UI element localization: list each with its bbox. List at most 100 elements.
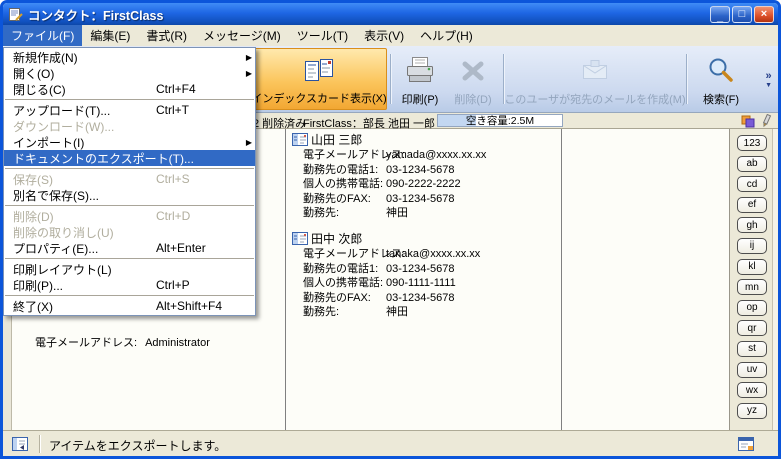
pane-splitter[interactable] xyxy=(285,129,286,430)
toolbar-button-label: 削除(D) xyxy=(454,91,491,107)
file-menu-item-label: ドキュメントのエクスポート(T)... xyxy=(13,150,194,167)
contact-field-row: 勤務先:神田 xyxy=(292,206,558,221)
contact-field-value: yamada@xxxx.xx.xx xyxy=(386,148,486,163)
contact-field-row: 電子メールアドレス:yamada@xxxx.xx.xx xyxy=(292,148,558,163)
index-tab-button[interactable]: op xyxy=(737,300,767,316)
index-tab-button[interactable]: ef xyxy=(737,197,767,213)
file-menu-item-label: 終了(X) xyxy=(13,298,53,315)
menu-bar-item[interactable]: 書式(R) xyxy=(138,25,195,46)
file-menu-item[interactable]: 印刷(P)...Ctrl+P xyxy=(4,277,255,293)
window-controls: _ □ × xyxy=(710,6,774,23)
index-tab-button[interactable]: uv xyxy=(737,362,767,378)
file-menu-item[interactable]: 削除(D)Ctrl+D xyxy=(4,208,255,224)
toolbar-button-label: このユーザが宛先のメールを作成(M) xyxy=(504,91,685,107)
menu-bar-item[interactable]: ヘルプ(H) xyxy=(412,25,481,46)
file-menu-item-label: ダウンロード(W)... xyxy=(13,118,114,135)
contacts-window-icon xyxy=(7,7,23,22)
file-menu-item[interactable]: 削除の取り消し(U) xyxy=(4,224,255,240)
index-tab-button[interactable]: 123 xyxy=(737,135,767,151)
close-button[interactable]: × xyxy=(754,6,774,23)
file-menu-item-label: 開く(O) xyxy=(13,65,54,82)
contact-name: 山田 三郎 xyxy=(311,131,362,148)
contact-name: 田中 次郎 xyxy=(311,230,362,247)
index-card-view-button[interactable]: インデックスカード表示(X) xyxy=(251,48,387,110)
contact-card-icon xyxy=(292,133,308,146)
contact-field-label: 勤務先の電話1: xyxy=(303,262,386,277)
index-card-view-icon xyxy=(303,52,335,90)
submenu-arrow-icon: ▶ xyxy=(240,69,252,78)
file-menu-item-shortcut: Alt+Enter xyxy=(156,241,240,255)
chevron-down-icon: ▼ xyxy=(765,81,772,90)
file-menu-item[interactable]: 印刷レイアウト(L) xyxy=(4,261,255,277)
file-menu-item[interactable]: 別名で保存(S)... xyxy=(4,187,255,203)
contact-field-row: 個人の携帯電話:090-2222-2222 xyxy=(292,177,558,192)
pane-toggle-icon[interactable] xyxy=(11,436,29,452)
file-menu-item[interactable]: インポート(I)▶ xyxy=(4,134,255,150)
menu-bar-item[interactable]: 編集(E) xyxy=(82,25,138,46)
file-menu-item-label: アップロード(T)... xyxy=(13,102,110,119)
file-menu-item[interactable]: 新規作成(N)▶ xyxy=(4,49,255,65)
index-tab-button[interactable]: ij xyxy=(737,238,767,254)
file-menu-item[interactable]: 保存(S)Ctrl+S xyxy=(4,171,255,187)
menu-bar-item[interactable]: 表示(V) xyxy=(356,25,412,46)
contact-field-value: 神田 xyxy=(386,305,408,320)
index-tab-button[interactable]: mn xyxy=(737,279,767,295)
contact-card[interactable]: 山田 三郎電子メールアドレス:yamada@xxxx.xx.xx勤務先の電話1:… xyxy=(292,131,558,221)
index-tab-button[interactable]: gh xyxy=(737,217,767,233)
file-menu-item-shortcut: Alt+Shift+F4 xyxy=(156,299,240,313)
contact-cards: 山田 三郎電子メールアドレス:yamada@xxxx.xx.xx勤務先の電話1:… xyxy=(292,131,558,329)
contact-card[interactable]: 田中 次郎電子メールアドレス:tanaka@xxxx.xx.xx勤務先の電話1:… xyxy=(292,230,558,320)
file-menu-item[interactable]: ダウンロード(W)... xyxy=(4,118,255,134)
menu-bar-item[interactable]: ファイル(F) xyxy=(3,25,82,46)
minimize-button[interactable]: _ xyxy=(710,6,730,23)
contact-field-label: 電子メールアドレス: xyxy=(303,247,386,262)
index-tab-button[interactable]: yz xyxy=(737,403,767,419)
free-space-label: 空き容量:2.5M xyxy=(438,115,562,127)
file-menu-item[interactable]: プロパティ(E)...Alt+Enter xyxy=(4,240,255,256)
contact-card-icon xyxy=(292,232,308,245)
menu-bar: ファイル(F)編集(E)書式(R)メッセージ(M)ツール(T)表示(V)ヘルプ(… xyxy=(3,25,778,46)
index-tab-button[interactable]: kl xyxy=(737,259,767,275)
file-menu-item-label: 印刷レイアウト(L) xyxy=(13,261,112,278)
contact-field-value: 03-1234-5678 xyxy=(386,163,455,178)
index-tab-button[interactable]: cd xyxy=(737,176,767,192)
file-menu-separator xyxy=(5,258,254,259)
contact-field-label: 勤務先: xyxy=(303,305,386,320)
tab-strip-rail xyxy=(772,129,778,430)
index-tab-button[interactable]: qr xyxy=(737,320,767,336)
title-bar[interactable]: コンタクト：FirstClass _ □ × xyxy=(3,3,778,25)
index-tab-button[interactable]: wx xyxy=(737,382,767,398)
contact-field-row: 勤務先の電話1:03-1234-5678 xyxy=(292,163,558,178)
file-menu-item[interactable]: アップロード(T)...Ctrl+T xyxy=(4,102,255,118)
maximize-button[interactable]: □ xyxy=(732,6,752,23)
file-menu-item-label: 別名で保存(S)... xyxy=(13,187,99,204)
compose-mail-to-user-button[interactable]: このユーザが宛先のメールを作成(M) xyxy=(507,48,683,110)
index-tab-strip: 123 ab cd ef gh ij kl mn op qr st uv wx yz xyxy=(729,129,778,430)
menu-bar-item[interactable]: ツール(T) xyxy=(289,25,356,46)
file-menu-item-shortcut: Ctrl+D xyxy=(156,209,240,223)
window-title: コンタクト：FirstClass xyxy=(28,5,163,24)
file-menu-item[interactable]: 開く(O) ▶ xyxy=(4,65,255,81)
file-menu-item[interactable]: 閉じる(C)Ctrl+F4 xyxy=(4,81,255,97)
file-menu-item[interactable]: 終了(X) Alt+Shift+F4 xyxy=(4,298,255,314)
file-menu-item-shortcut: Ctrl+S xyxy=(156,172,240,186)
toolbar-separator xyxy=(390,54,391,104)
search-button[interactable]: 検索(F) xyxy=(690,48,752,110)
chevron-right-icon: » xyxy=(765,72,771,81)
email-value: Administrator xyxy=(145,337,210,349)
layered-view-icon[interactable] xyxy=(741,115,755,128)
file-menu-item[interactable]: ドキュメントのエクスポート(T)... xyxy=(4,150,255,166)
toolbar-overflow-button[interactable]: » ▼ xyxy=(765,72,772,90)
split-view-icon[interactable] xyxy=(736,435,756,453)
edit-pencil-icon[interactable] xyxy=(760,114,772,128)
print-button[interactable]: 印刷(P) xyxy=(394,48,446,110)
status-separator xyxy=(39,435,40,453)
index-tab-button[interactable]: ab xyxy=(737,156,767,172)
menu-bar-item[interactable]: メッセージ(M) xyxy=(195,25,289,46)
delete-x-icon xyxy=(458,51,488,91)
index-tab-button[interactable]: st xyxy=(737,341,767,357)
contact-field-row: 勤務先のFAX:03-1234-5678 xyxy=(292,192,558,207)
file-menu-separator xyxy=(5,99,254,100)
toolbar-button-label: 印刷(P) xyxy=(402,91,439,107)
delete-button[interactable]: 削除(D) xyxy=(446,48,500,110)
